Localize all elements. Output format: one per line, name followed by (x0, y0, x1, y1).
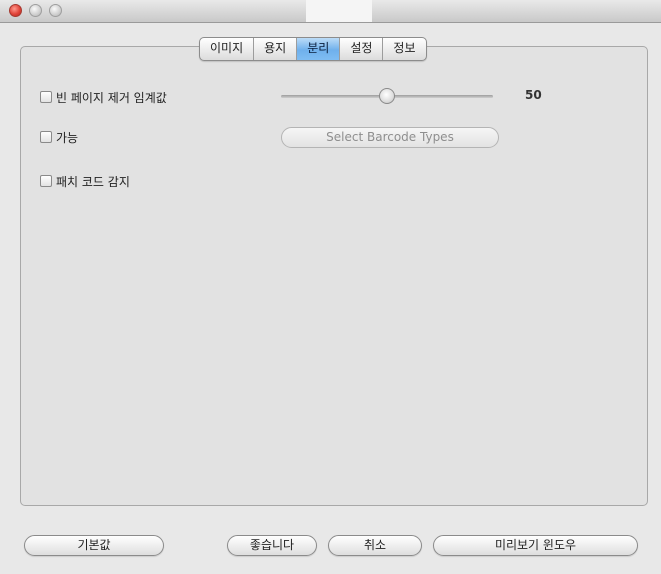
patch-code-label: 패치 코드 감지 (56, 174, 130, 189)
threshold-slider-knob[interactable] (379, 88, 395, 104)
blank-page-option[interactable]: 빈 페이지 제거 임계값 (40, 88, 167, 106)
cancel-button[interactable]: 취소 (328, 535, 422, 556)
close-window-icon[interactable] (9, 4, 22, 17)
barcode-checkbox[interactable] (40, 131, 52, 143)
patch-code-checkbox[interactable] (40, 175, 52, 187)
default-button[interactable]: 기본값 (24, 535, 164, 556)
select-barcode-types-button[interactable]: Select Barcode Types (281, 127, 499, 148)
tab-settings[interactable]: 설정 (339, 38, 382, 60)
blank-page-checkbox[interactable] (40, 91, 52, 103)
tab-info[interactable]: 정보 (382, 38, 425, 60)
blank-page-label: 빈 페이지 제거 임계값 (56, 90, 167, 105)
tab-panel (20, 46, 648, 506)
tab-bar: 이미지 용지 분리 설정 정보 (199, 37, 427, 61)
zoom-window-icon[interactable] (49, 4, 62, 17)
minimize-window-icon[interactable] (29, 4, 42, 17)
scan-settings-window: 이미지 용지 분리 설정 정보 빈 페이지 제거 임계값 50 가능 Selec… (0, 0, 661, 574)
barcode-label: 가능 (56, 130, 79, 145)
tab-paper[interactable]: 용지 (253, 38, 296, 60)
threshold-value: 50 (525, 88, 542, 102)
window-title (306, 0, 372, 22)
ok-button[interactable]: 좋습니다 (227, 535, 317, 556)
tab-separation[interactable]: 분리 (296, 38, 340, 60)
patch-code-option[interactable]: 패치 코드 감지 (40, 172, 130, 190)
title-bar[interactable] (0, 0, 661, 23)
preview-window-button[interactable]: 미리보기 윈도우 (433, 535, 638, 556)
tab-image[interactable]: 이미지 (200, 38, 253, 60)
barcode-option[interactable]: 가능 (40, 128, 78, 146)
